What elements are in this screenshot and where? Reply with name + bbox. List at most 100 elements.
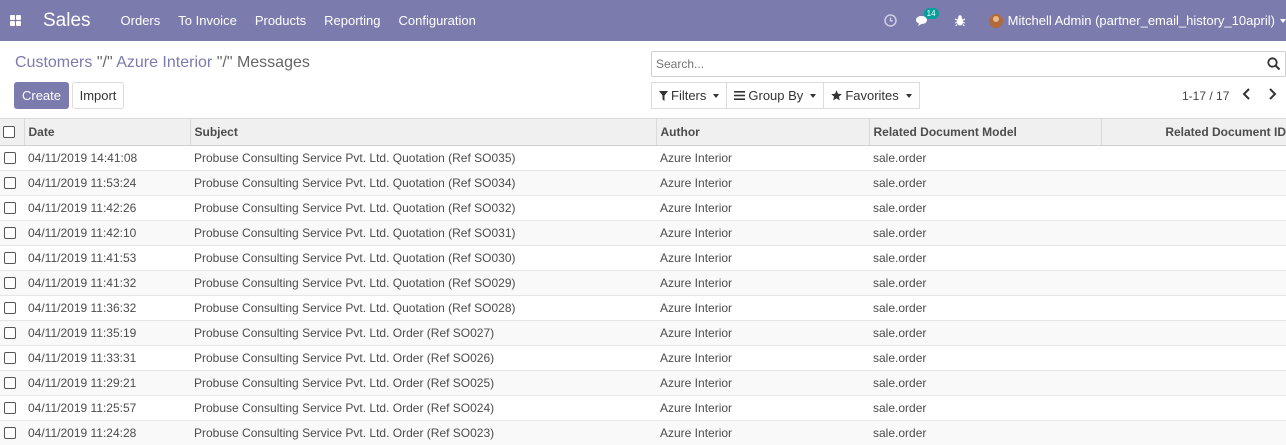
row-checkbox[interactable]	[4, 376, 16, 389]
cell-model: sale.order	[869, 394, 1101, 420]
row-checkbox[interactable]	[4, 176, 16, 189]
cell-subject: Probuse Consulting Service Pvt. Ltd. Ord…	[190, 344, 656, 370]
cell-document-id	[1101, 244, 1286, 270]
cell-model: sale.order	[869, 419, 1101, 445]
pager-value[interactable]: 1-17 / 17	[1182, 89, 1229, 103]
cell-document-id	[1101, 319, 1286, 345]
user-menu[interactable]: Mitchell Admin (partner_email_history_10…	[988, 13, 1286, 28]
select-all-checkbox[interactable]	[3, 125, 15, 138]
row-checkbox[interactable]	[4, 351, 16, 364]
cell-date: 04/11/2019 11:42:10	[24, 219, 190, 245]
breadcrumb: Customers "/" Azure Interior "/" Message…	[15, 54, 310, 72]
cell-model: sale.order	[869, 344, 1101, 370]
cell-document-id	[1101, 419, 1286, 445]
menu-reporting[interactable]: Reporting	[324, 13, 380, 28]
table-row[interactable]: 04/11/2019 11:25:57 Probuse Consulting Se…	[0, 394, 1286, 420]
cell-model: sale.order	[869, 319, 1101, 345]
column-related-document-id[interactable]: Related Document ID	[1100, 119, 1286, 146]
row-checkbox[interactable]	[4, 301, 16, 314]
cell-subject: Probuse Consulting Service Pvt. Ltd. Quo…	[190, 244, 656, 270]
filters-label: Filters	[671, 88, 707, 103]
messages-table: Date Subject Author Related Document Mod…	[0, 119, 1286, 445]
menu-orders[interactable]: Orders	[121, 13, 161, 28]
table-row[interactable]: 04/11/2019 11:53:24 Probuse Consulting Se…	[0, 169, 1286, 195]
cell-subject: Probuse Consulting Service Pvt. Ltd. Ord…	[190, 369, 656, 395]
cell-model: sale.order	[869, 219, 1101, 245]
cell-author: Azure Interior	[656, 219, 869, 245]
breadcrumb-customers[interactable]: Customers	[15, 54, 92, 71]
row-checkbox[interactable]	[4, 401, 16, 414]
messaging-chat-icon[interactable]: 14	[914, 7, 939, 29]
favorites-dropdown[interactable]: Favorites	[823, 82, 920, 109]
systray: 14 Mitchell Admin (partner_email_history…	[883, 0, 1286, 41]
table-row[interactable]: 04/11/2019 11:42:10 Probuse Consulting Se…	[0, 219, 1286, 245]
top-navbar: Sales Orders To Invoice Products Reporti…	[0, 0, 1286, 41]
breadcrumb-azure-interior[interactable]: Azure Interior	[116, 54, 212, 71]
table-row[interactable]: 04/11/2019 11:42:26 Probuse Consulting Se…	[0, 194, 1286, 220]
table-row[interactable]: 04/11/2019 11:33:31 Probuse Consulting Se…	[0, 344, 1286, 370]
row-checkbox[interactable]	[4, 151, 16, 164]
select-all-cell	[0, 119, 24, 146]
search-icon[interactable]	[1267, 57, 1281, 71]
table-row[interactable]: 04/11/2019 11:41:53 Probuse Consulting Se…	[0, 244, 1286, 270]
cell-model: sale.order	[869, 244, 1101, 270]
row-checkbox[interactable]	[4, 251, 16, 264]
avatar	[988, 13, 1003, 28]
group-by-dropdown[interactable]: Group By	[726, 82, 825, 109]
table-row[interactable]: 04/11/2019 11:41:32 Probuse Consulting Se…	[0, 269, 1286, 295]
apps-menu-icon[interactable]	[0, 0, 30, 41]
column-date[interactable]: Date	[23, 119, 190, 146]
chevron-left-icon[interactable]	[1241, 87, 1253, 101]
cell-author: Azure Interior	[656, 419, 869, 445]
cell-author: Azure Interior	[656, 369, 869, 395]
import-button[interactable]: Import	[72, 82, 124, 109]
list-icon	[734, 91, 746, 100]
table-row[interactable]: 04/11/2019 11:29:21 Probuse Consulting Se…	[0, 369, 1286, 395]
chevron-down-icon	[810, 93, 817, 98]
row-checkbox[interactable]	[4, 201, 16, 214]
app-name[interactable]: Sales	[43, 10, 91, 32]
cell-author: Azure Interior	[656, 294, 869, 320]
chevron-right-icon[interactable]	[1266, 87, 1278, 101]
search-input[interactable]	[652, 53, 1252, 75]
row-checkbox[interactable]	[4, 226, 16, 239]
menu-to-invoice[interactable]: To Invoice	[178, 13, 237, 28]
group-by-label: Group By	[748, 88, 804, 103]
table-body: 04/11/2019 14:41:08 Probuse Consulting Se…	[0, 144, 1286, 445]
row-select-cell	[0, 169, 24, 195]
table-row[interactable]: 04/11/2019 11:35:19 Probuse Consulting Se…	[0, 319, 1286, 345]
menu-products[interactable]: Products	[255, 13, 306, 28]
table-header: Date Subject Author Related Document Mod…	[0, 119, 1286, 146]
column-author[interactable]: Author	[655, 119, 869, 146]
cell-document-id	[1101, 394, 1286, 420]
main-menu: Orders To Invoice Products Reporting Con…	[121, 13, 494, 28]
cell-date: 04/11/2019 11:33:31	[24, 344, 190, 370]
row-select-cell	[0, 244, 24, 270]
cell-subject: Probuse Consulting Service Pvt. Ltd. Ord…	[190, 394, 656, 420]
cell-date: 04/11/2019 11:42:26	[24, 194, 190, 220]
activity-clock-icon[interactable]	[883, 13, 899, 29]
row-checkbox[interactable]	[4, 326, 16, 339]
menu-configuration[interactable]: Configuration	[399, 13, 476, 28]
cell-document-id	[1101, 144, 1286, 170]
cell-author: Azure Interior	[656, 269, 869, 295]
cell-model: sale.order	[869, 169, 1101, 195]
column-subject[interactable]: Subject	[189, 119, 656, 146]
debug-bug-icon[interactable]	[952, 13, 968, 29]
filters-dropdown[interactable]: Filters	[651, 82, 728, 109]
row-select-cell	[0, 194, 24, 220]
table-row[interactable]: 04/11/2019 14:41:08 Probuse Consulting Se…	[0, 144, 1286, 170]
cell-date: 04/11/2019 11:24:28	[24, 419, 190, 445]
cell-subject: Probuse Consulting Service Pvt. Ltd. Quo…	[190, 294, 656, 320]
cell-document-id	[1101, 344, 1286, 370]
row-checkbox[interactable]	[4, 426, 16, 439]
table-row[interactable]: 04/11/2019 11:24:28 Probuse Consulting Se…	[0, 419, 1286, 445]
table-row[interactable]: 04/11/2019 11:36:32 Probuse Consulting Se…	[0, 294, 1286, 320]
chevron-down-icon	[1280, 18, 1286, 23]
search-box	[651, 51, 1286, 77]
column-related-document-model[interactable]: Related Document Model	[868, 119, 1101, 146]
cell-model: sale.order	[869, 194, 1101, 220]
create-button[interactable]: Create	[14, 82, 69, 109]
row-checkbox[interactable]	[4, 276, 16, 289]
row-select-cell	[0, 319, 24, 345]
